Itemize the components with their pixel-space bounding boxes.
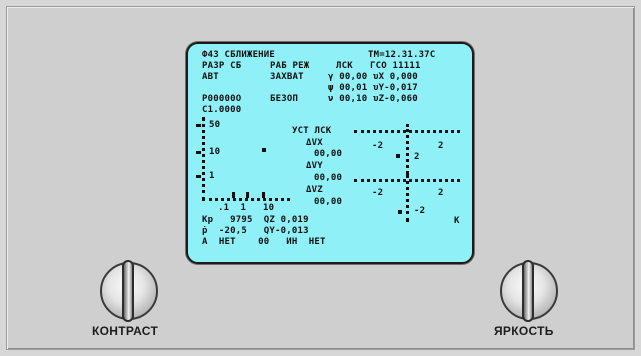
brightness-knob-grip[interactable] [522, 260, 534, 322]
dvy-value: 00,00 [314, 173, 343, 183]
cross1-marker [396, 154, 400, 158]
brightness-label: ЯРКОСТЬ [494, 324, 554, 338]
status-gso: ГСО 11111 [370, 61, 421, 71]
pdot-line: ṗ -20,5 QY-0,013 [202, 226, 309, 236]
contrast-knob[interactable] [100, 260, 158, 322]
crosshair-bottom-vertical [406, 174, 412, 222]
dvz-label: ΔVZ [306, 185, 323, 195]
cross1-right-label: 2 [438, 141, 444, 151]
status-rab-rezh: РАБ РЕЖ [270, 61, 310, 71]
cross2-bottom-label: -2 [414, 206, 426, 216]
dvy-label: ΔVY [306, 161, 323, 171]
mode-title: Ф43 СБЛИЖЕНИЕ [202, 50, 276, 60]
readout-nu-vz: ν 00,10 υZ-0,060 [328, 94, 418, 104]
kr-line: Кр 9795 QZ 0,019 [202, 215, 309, 225]
scale-label-1: 1 [209, 171, 215, 181]
dvx-value: 00,00 [314, 149, 343, 159]
status-lsk: ЛСК [336, 61, 353, 71]
status-bezop: БЕЗОП [270, 94, 299, 104]
cross2-right-label: 2 [438, 188, 444, 198]
readout-psi-vy: ψ 00,01 υY-0,017 [328, 83, 418, 93]
readout-gamma-vx: γ 00,00 υX 0,000 [328, 72, 418, 82]
status-line: А НЕТ 00 ИН НЕТ [202, 237, 326, 247]
left-scale-axis [202, 117, 208, 201]
scale-label-50: 50 [209, 120, 221, 130]
crosshair-top-vertical [406, 124, 412, 174]
cross2-marker [398, 210, 402, 214]
status-zahvat: ЗАХВАТ [270, 72, 304, 82]
dvx-label: ΔVX [306, 138, 323, 148]
ust-lsk-label: УСТ ЛСК [292, 126, 332, 136]
status-avt: АВТ [202, 72, 219, 82]
brightness-knob[interactable] [500, 260, 558, 322]
cross2-left-label: -2 [372, 188, 384, 198]
c1-readout: С1.0000 [202, 105, 242, 115]
dvz-value: 00,00 [314, 197, 343, 207]
cross1-bottom-label: 2 [414, 152, 420, 162]
cross1-left-label: -2 [372, 141, 384, 151]
contrast-label: КОНТРАСТ [92, 324, 159, 338]
bottom-scale-labels: .1 1 10 [218, 203, 275, 213]
status-razr: РАЗР СБ [202, 61, 242, 71]
range-readout: Р00000О [202, 94, 242, 104]
contrast-knob-grip[interactable] [122, 260, 134, 322]
k-label: К [454, 216, 460, 226]
scale-label-10: 10 [209, 147, 221, 157]
time-readout: ТМ=12.31.37С [368, 50, 436, 60]
display-screen: Ф43 СБЛИЖЕНИЕ ТМ=12.31.37С РАЗР СБ РАБ Р… [186, 42, 474, 264]
range-marker [262, 148, 266, 152]
